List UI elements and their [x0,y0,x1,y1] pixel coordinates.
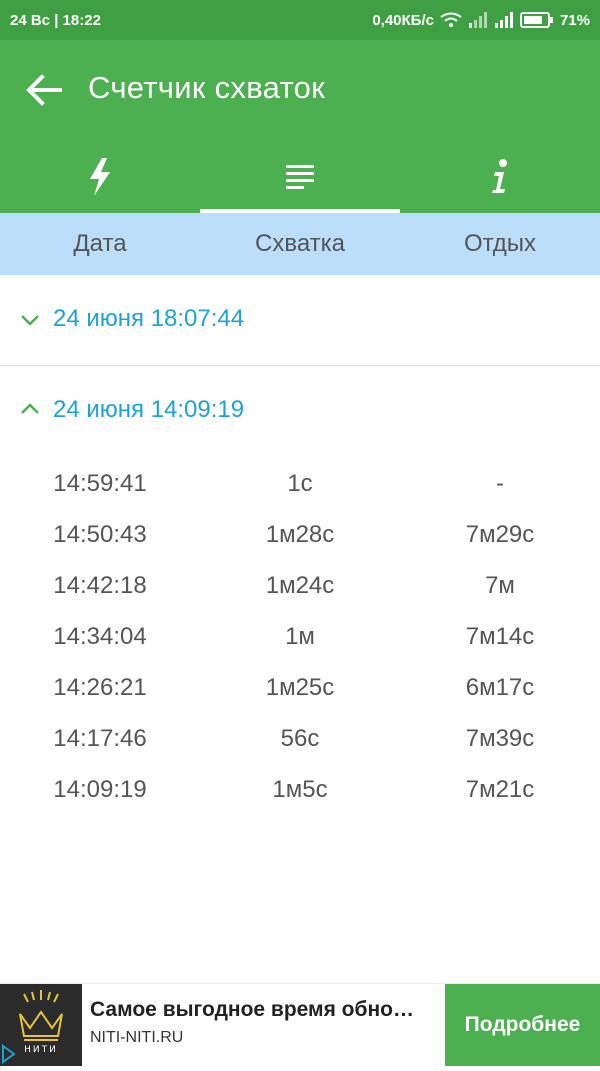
row-rest: 6м17с [465,673,535,701]
status-bar: 24 Вс | 18:22 0,40КБ/с 71% [0,0,600,40]
row-contraction: 1м5с [272,775,328,803]
battery-level: 71% [559,11,590,29]
status-date-time: 24 Вс | 18:22 [10,11,101,29]
row-rest: 7м [485,571,515,599]
row-time: 14:26:21 [53,673,147,701]
row-contraction: 56с [280,724,320,752]
table-row: 14:17:46 56с 7м39с [0,713,600,764]
network-speed: 0,40КБ/с [372,11,434,29]
battery-icon [519,12,553,28]
table-row: 14:34:04 1м 7м14с [0,611,600,662]
row-contraction: 1м28с [265,520,335,548]
table-row: 14:42:18 1м24с 7м [0,560,600,611]
signal-icon-2 [494,12,513,28]
column-contraction: Схватка [255,230,345,257]
session-date-label: 24 июня 14:09:19 [53,396,245,423]
row-rest: 7м29с [465,520,535,548]
table-row: 14:50:43 1м28с 7м29с [0,509,600,560]
row-time: 14:59:41 [53,469,147,497]
arrow-back-icon [26,74,62,106]
status-indicators: 0,40КБ/с 71% [372,12,590,29]
row-contraction: 1м25с [265,673,335,701]
row-time: 14:09:19 [53,775,147,803]
chevron-down-icon [21,315,39,326]
row-contraction: 1м [285,622,315,650]
row-rest: - [496,469,504,497]
column-header: Дата Схватка Отдых [0,213,600,275]
row-rest: 7м39с [465,724,535,752]
session-item-expanded[interactable]: 24 июня 14:09:19 [0,366,600,456]
row-time: 14:34:04 [53,622,147,650]
table-row: 14:26:21 1м25с 6м17с [0,662,600,713]
ad-banner[interactable]: НИТИ Самое выгодное время обно… NITI-NIT… [0,983,600,1066]
lightning-icon [90,157,110,196]
column-rest: Отдых [463,230,537,257]
ad-more-button[interactable]: Подробнее [445,984,600,1066]
row-contraction: 1м24с [265,571,335,599]
row-rest: 7м14с [465,622,535,650]
signal-icon [468,12,487,28]
table-row: 14:09:19 1м5с 7м21с [0,764,600,815]
tab-history[interactable] [200,140,400,213]
row-time: 14:17:46 [53,724,147,752]
wifi-icon [440,12,462,27]
session-date-label: 24 июня 18:07:44 [53,305,245,332]
row-time: 14:42:18 [53,571,147,599]
chevron-up-icon [21,403,39,414]
contraction-table: 14:59:41 1с - 14:50:43 1м28с 7м29с 14:42… [0,458,600,815]
app-bar: Счетчик схваток [0,40,600,213]
row-rest: 7м21с [465,775,535,803]
row-contraction: 1с [287,469,313,497]
info-icon [492,158,507,193]
row-time: 14:50:43 [53,520,147,548]
ad-url[interactable]: NITI-NITI.RU [90,1029,183,1047]
svg-text:НИТИ: НИТИ [24,1045,58,1055]
back-button[interactable] [22,68,66,112]
tab-info[interactable] [400,140,600,213]
list-icon [286,164,314,189]
crown-logo-icon: НИТИ [2,990,63,1064]
column-date: Дата [73,230,127,257]
page-title: Счетчик схваток [88,70,326,105]
ad-title[interactable]: Самое выгодное время обно… [90,998,435,1022]
tab-bar [0,140,600,213]
ad-logo[interactable]: НИТИ [0,984,82,1066]
tab-timer[interactable] [0,140,200,213]
session-item-collapsed[interactable]: 24 июня 18:07:44 [0,275,600,365]
table-row: 14:59:41 1с - [0,458,600,509]
